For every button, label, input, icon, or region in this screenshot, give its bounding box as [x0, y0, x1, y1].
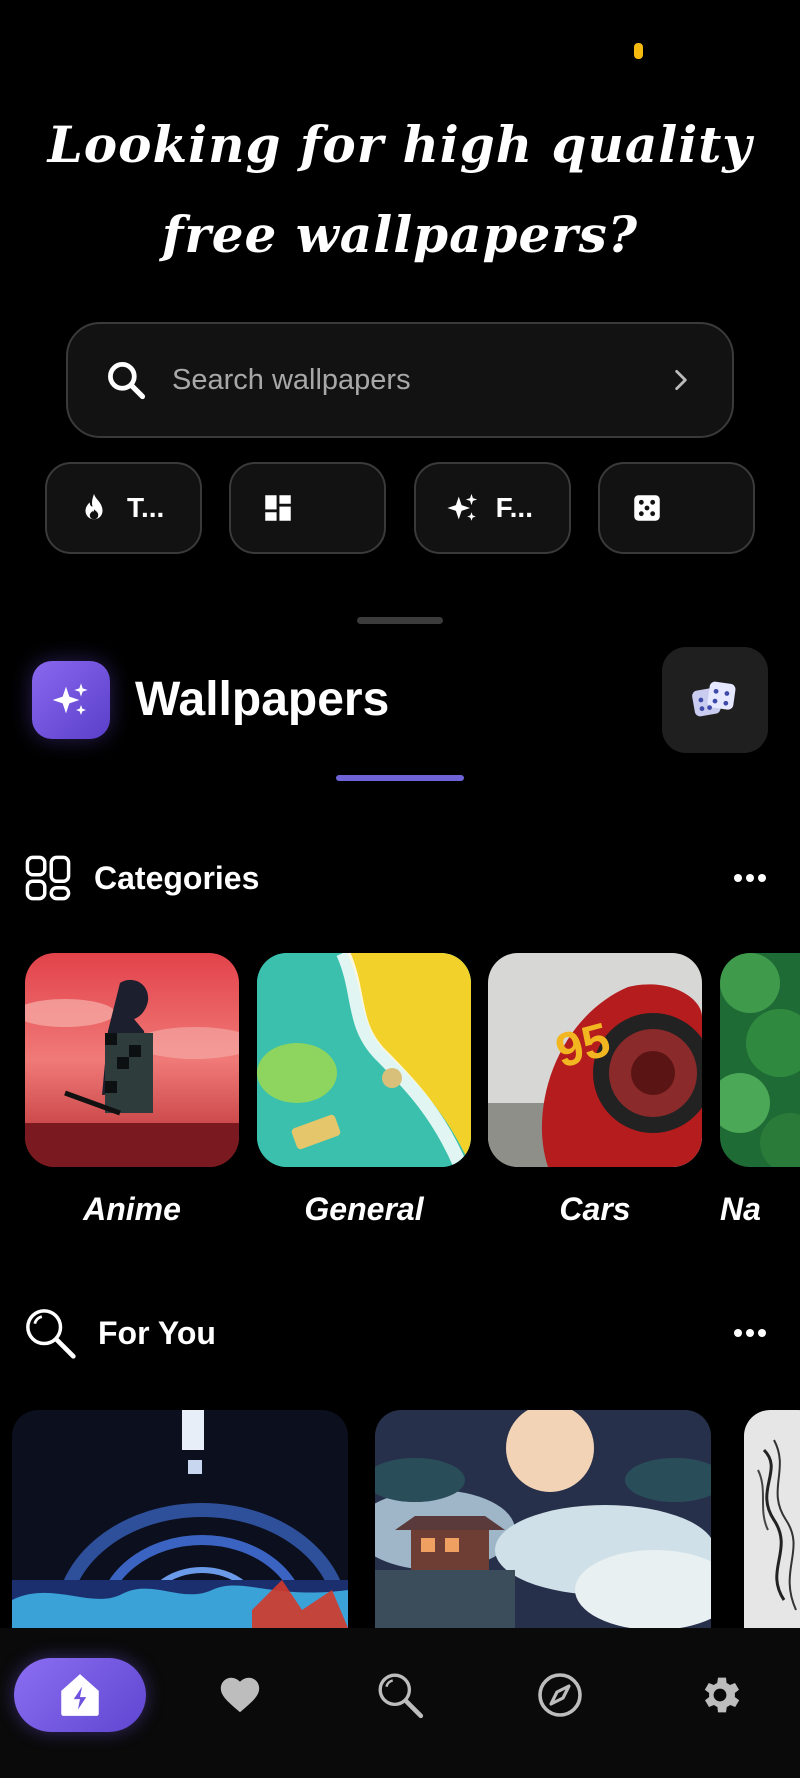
category-card-cars[interactable]: 95 Cars	[488, 953, 702, 1228]
hero-line-1: Looking for high quality	[47, 115, 753, 174]
gear-icon	[704, 1677, 740, 1713]
category-thumbnail	[25, 953, 239, 1167]
category-thumbnail: 95	[488, 953, 702, 1167]
more-options-button[interactable]	[722, 862, 778, 894]
grid-outline-icon	[25, 855, 71, 901]
quick-action-random[interactable]	[597, 462, 755, 554]
wallpaper-card[interactable]	[744, 1410, 800, 1628]
category-card-anime[interactable]: Anime	[25, 953, 239, 1228]
sparkle-icon	[52, 683, 88, 715]
sparkle-icon	[447, 493, 477, 521]
category-thumbnail	[257, 953, 471, 1167]
nav-home[interactable]	[14, 1658, 146, 1732]
quick-action-featured[interactable]: F...	[413, 462, 571, 554]
category-label: General	[304, 1191, 424, 1227]
flame-icon	[85, 493, 103, 520]
quick-action-label: F...	[495, 492, 533, 523]
compass-icon	[538, 1673, 582, 1717]
category-label: Anime	[83, 1191, 181, 1227]
heart-icon	[220, 1677, 260, 1713]
hero-heading: Looking for high quality free wallpapers…	[0, 100, 800, 280]
nav-favorites[interactable]	[215, 1670, 265, 1720]
search-bar[interactable]: Search wallpapers	[66, 322, 734, 438]
search-icon	[108, 362, 146, 400]
category-label: Na	[720, 1191, 761, 1227]
dice-icon	[634, 495, 660, 521]
page-title: Wallpapers	[135, 673, 390, 726]
tab-indicator	[336, 775, 464, 781]
more-horizontal-icon	[734, 874, 766, 882]
category-card-nature[interactable]: Na	[720, 953, 800, 1228]
nav-settings[interactable]	[695, 1670, 745, 1720]
nav-search[interactable]	[375, 1670, 425, 1720]
quick-action-label: T...	[127, 492, 165, 523]
grid-icon	[265, 495, 292, 521]
chevron-right-icon[interactable]	[668, 367, 694, 393]
category-thumbnail	[720, 953, 800, 1167]
hero-line-2: free wallpapers?	[161, 205, 639, 264]
quick-actions: T... F...	[45, 462, 755, 554]
status-indicator	[634, 43, 643, 59]
search-icon	[26, 1309, 76, 1359]
quick-action-grid[interactable]	[229, 462, 387, 554]
bottom-navigation	[0, 1628, 800, 1778]
category-card-general[interactable]: General	[257, 953, 471, 1228]
section-title: Categories	[94, 859, 260, 896]
search-input[interactable]: Search wallpapers	[172, 364, 668, 397]
more-options-button[interactable]	[722, 1317, 778, 1349]
section-title: For You	[98, 1314, 216, 1351]
categories-carousel[interactable]: Anime General 95 Cars Na	[25, 953, 800, 1233]
quick-action-trending[interactable]: T...	[45, 462, 202, 554]
dice-icon	[692, 681, 736, 717]
category-label: Cars	[559, 1191, 631, 1227]
for-you-carousel[interactable]	[12, 1410, 800, 1628]
nav-explore[interactable]	[535, 1670, 585, 1720]
categories-header: Categories	[22, 850, 778, 906]
app-logo	[32, 661, 110, 739]
wallpaper-card[interactable]	[12, 1410, 348, 1628]
sheet-drag-handle[interactable]	[357, 617, 443, 624]
more-horizontal-icon	[734, 1329, 766, 1337]
random-wallpaper-button[interactable]	[662, 647, 768, 753]
wallpaper-card[interactable]	[375, 1410, 711, 1628]
home-icon	[61, 1674, 99, 1716]
for-you-header: For You	[22, 1305, 778, 1361]
search-icon	[378, 1673, 424, 1719]
